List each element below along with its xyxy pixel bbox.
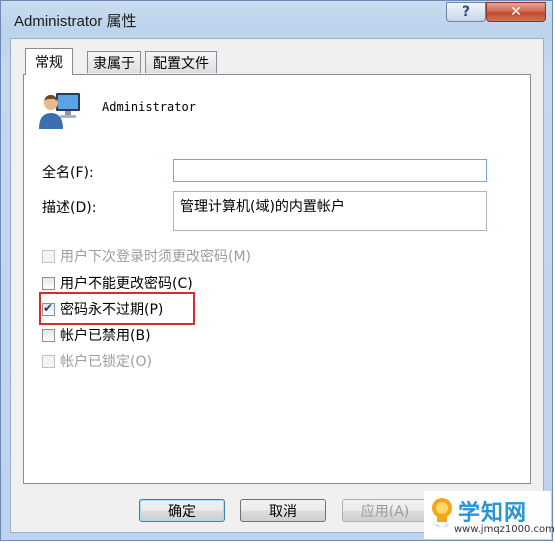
description-label: 描述(D):: [42, 200, 97, 216]
username-label: Administrator: [102, 100, 196, 114]
checkbox-box: [42, 249, 55, 263]
user-icon: [39, 93, 80, 129]
window-title: Administrator 属性: [14, 13, 137, 30]
fullname-label: 全名(F):: [42, 165, 94, 181]
cannot-change-password-checkbox[interactable]: 用户不能更改密码(C): [42, 273, 193, 293]
fullname-input[interactable]: [173, 159, 487, 182]
apply-button[interactable]: 应用(A): [342, 499, 428, 522]
watermark: 学知网 www.jmqz1000.com: [424, 491, 555, 539]
account-disabled-checkbox[interactable]: 帐户已禁用(B): [42, 325, 151, 345]
checkbox-label: 用户不能更改密码(C): [60, 276, 193, 292]
close-icon: ✕: [510, 4, 522, 20]
checkbox-label: 用户下次登录时须更改密码(M): [60, 249, 252, 265]
checkbox-label: 帐户已锁定(O): [60, 354, 152, 370]
general-tab-panel: Administrator 全名(F): 描述(D): 管理计算机(域)的内置帐…: [23, 74, 531, 484]
checkbox-box: [42, 328, 55, 342]
highlight-annotation: [39, 292, 195, 325]
tab-profile[interactable]: 配置文件: [145, 51, 217, 73]
tab-general[interactable]: 常规: [25, 48, 73, 75]
cancel-button[interactable]: 取消: [240, 499, 326, 522]
checkbox-box: [42, 276, 55, 290]
description-input[interactable]: 管理计算机(域)的内置帐户: [173, 191, 487, 231]
tab-member-of[interactable]: 隶属于: [87, 51, 141, 73]
must-change-password-checkbox[interactable]: 用户下次登录时须更改密码(M): [42, 246, 251, 266]
close-button[interactable]: ✕: [486, 2, 546, 22]
help-icon: ?: [461, 4, 471, 20]
properties-window: Administrator 属性 ? ✕ 常规 隶属于 配置文件 Adminis…: [0, 0, 553, 541]
checkbox-label: 帐户已禁用(B): [60, 328, 151, 344]
help-button[interactable]: ?: [446, 2, 486, 22]
lightbulb-icon: [432, 498, 452, 527]
ok-button[interactable]: 确定: [139, 499, 225, 522]
title-bar[interactable]: Administrator 属性 ? ✕: [1, 1, 552, 37]
watermark-title: 学知网: [458, 501, 528, 526]
checkbox-box: [42, 354, 55, 368]
watermark-url: www.jmqz1000.com: [454, 524, 555, 535]
dialog-client: 常规 隶属于 配置文件 Administrator 全名(F): 描述(D): …: [10, 38, 544, 533]
account-locked-checkbox[interactable]: 帐户已锁定(O): [42, 351, 152, 371]
